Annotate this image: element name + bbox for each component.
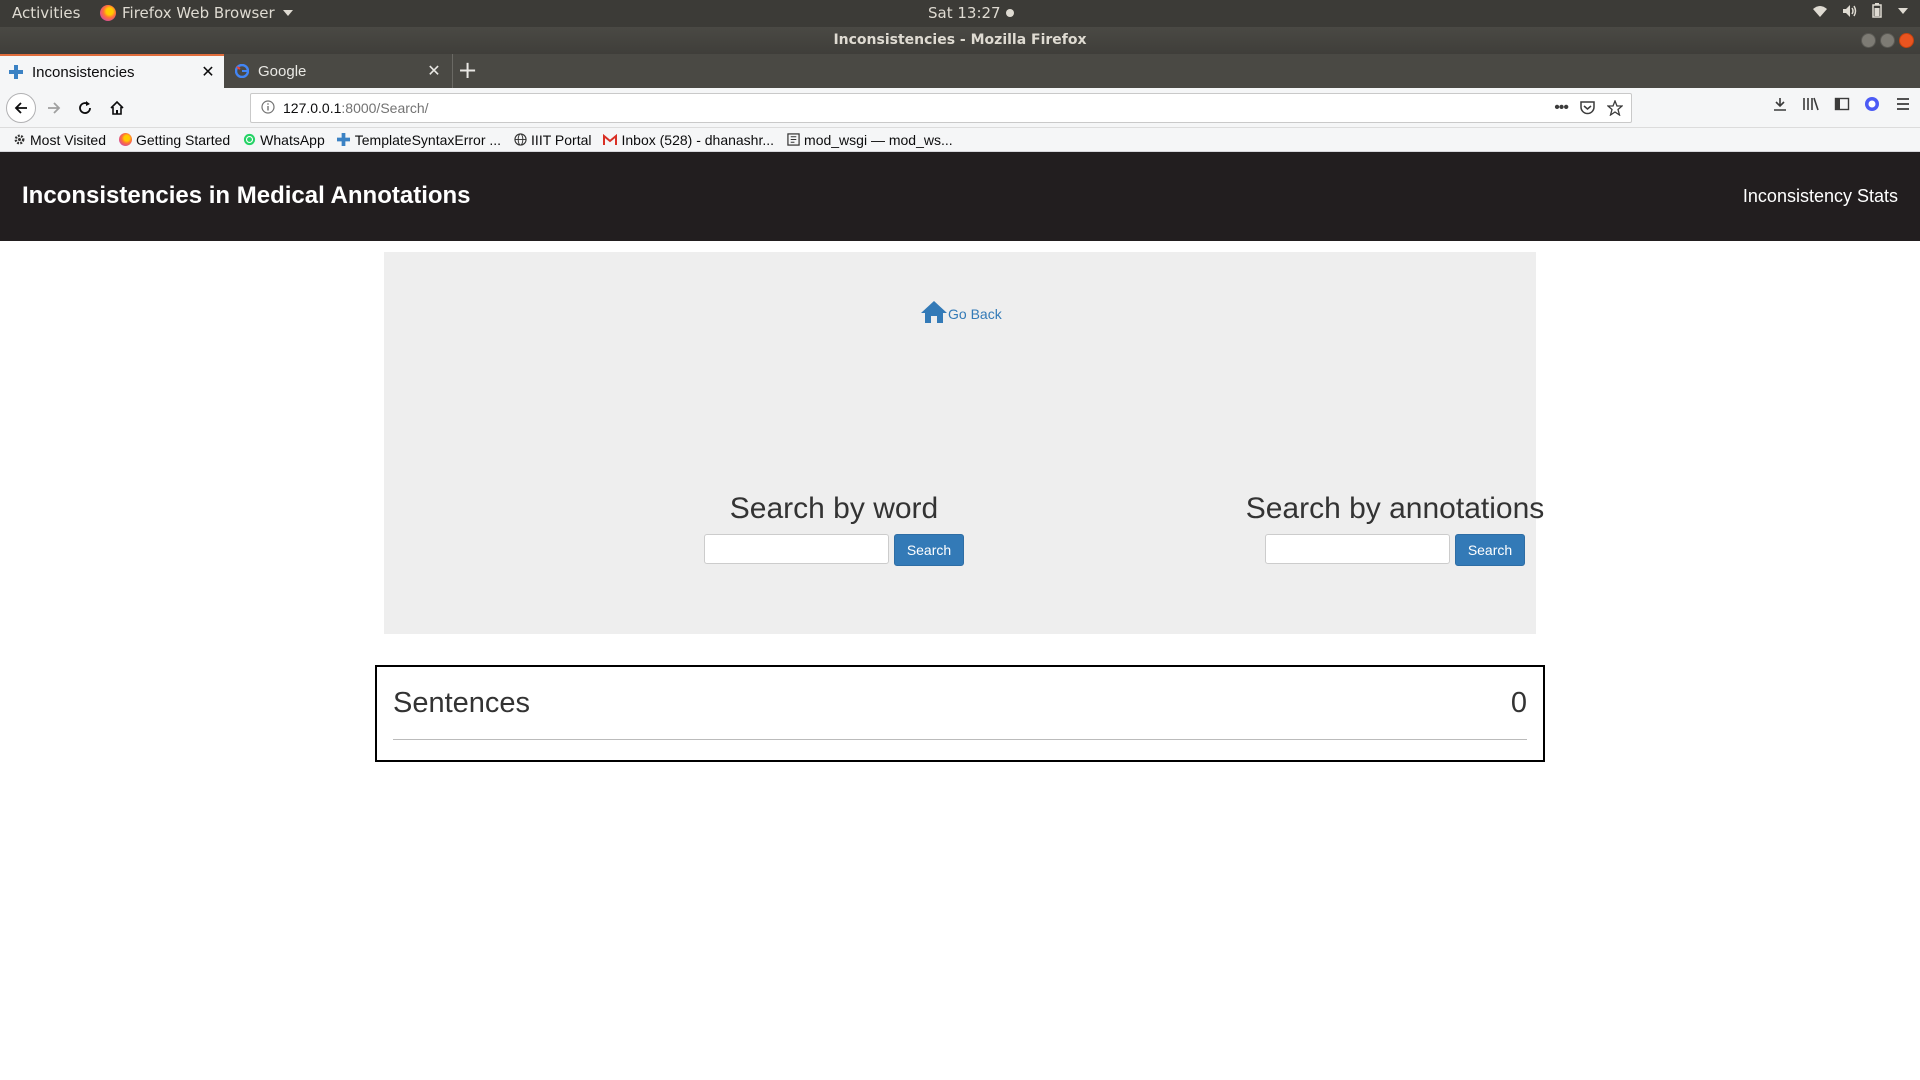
search-panel: Go Back Search by word Search Search by … [384, 252, 1544, 634]
home-icon [921, 301, 947, 323]
bookmark-label: IIIT Portal [531, 131, 592, 148]
account-icon[interactable] [1864, 96, 1880, 112]
search-by-word-form: Search [604, 534, 1064, 566]
close-tab-icon[interactable]: ✕ [198, 62, 218, 82]
maximize-button[interactable] [1880, 33, 1895, 48]
close-window-button[interactable] [1899, 33, 1914, 48]
app-menu-label: Firefox Web Browser [122, 4, 275, 22]
bookmark-inbox[interactable]: Inbox (528) - dhanashr... [603, 132, 774, 148]
google-icon [234, 63, 250, 79]
clock-label: Sat 13:27 [928, 4, 1001, 22]
wifi-icon [1813, 5, 1827, 17]
chevron-down-icon [282, 10, 293, 16]
window-controls [1861, 33, 1914, 48]
bookmark-most-visited[interactable]: Most Visited [12, 132, 106, 148]
whatsapp-icon [242, 133, 256, 147]
search-annotations-button[interactable]: Search [1454, 534, 1526, 566]
bookmarks-toolbar: Most Visited Getting Started WhatsApp Te… [0, 128, 1920, 152]
bookmark-label: Inbox (528) - dhanashr... [621, 131, 775, 148]
bookmark-mod-wsgi[interactable]: mod_wsgi — mod_ws... [786, 132, 953, 148]
downloads-icon[interactable] [1772, 96, 1788, 112]
reload-icon [79, 101, 91, 114]
firefox-icon [100, 5, 116, 21]
nav-toolbar: 127.0.0.1:8000/Search/ ••• [0, 88, 1920, 128]
divider [393, 739, 1527, 740]
go-back-label: Go Back [948, 306, 1002, 322]
app-menu[interactable]: Firefox Web Browser [100, 4, 293, 22]
bookmark-iiit-portal[interactable]: IIIT Portal [513, 132, 591, 148]
system-tray[interactable] [1812, 3, 1908, 18]
search-by-word-section: Search by word Search [604, 492, 1064, 566]
close-tab-icon[interactable]: ✕ [424, 61, 444, 81]
bookmark-label: WhatsApp [260, 131, 325, 148]
url-bar[interactable]: 127.0.0.1:8000/Search/ ••• [250, 93, 1632, 123]
tab-google[interactable]: Google ✕ [226, 54, 450, 88]
site-info-icon[interactable] [261, 99, 275, 117]
bookmark-label: Getting Started [136, 131, 231, 148]
pocket-icon[interactable] [1580, 101, 1595, 115]
site-brand[interactable]: Inconsistencies in Medical Annotations [22, 182, 471, 210]
inconsistency-stats-link[interactable]: Inconsistency Stats [1743, 186, 1898, 207]
window-title: Inconsistencies - Mozilla Firefox [833, 32, 1087, 48]
library-icon[interactable] [1802, 96, 1820, 112]
sentences-panel: Sentences 0 [375, 665, 1545, 762]
url-path: :8000/Search/ [341, 100, 429, 116]
battery-icon [1872, 3, 1882, 18]
bookmark-label: TemplateSyntaxError ... [354, 131, 502, 148]
bookmark-whatsapp[interactable]: WhatsApp [242, 132, 325, 148]
bookmark-template-syntax-error[interactable]: TemplateSyntaxError ... [337, 132, 501, 148]
sentences-count: 0 [1510, 687, 1527, 719]
reload-button[interactable] [71, 94, 99, 122]
minimize-button[interactable] [1861, 33, 1876, 48]
search-by-annotations-heading: Search by annotations [1245, 492, 1545, 525]
tab-strip: Inconsistencies ✕ Google ✕ + [0, 54, 1920, 88]
site-navbar: Inconsistencies in Medical Annotations I… [0, 152, 1920, 241]
hamburger-menu-icon[interactable] [1894, 96, 1912, 112]
more-actions-icon[interactable]: ••• [1554, 99, 1569, 117]
django-icon [8, 64, 24, 80]
sidebar-icon[interactable] [1834, 96, 1850, 112]
system-top-bar: Activities Firefox Web Browser Sat 13:27 [0, 0, 1920, 27]
gear-icon [12, 133, 26, 147]
gmail-icon [603, 133, 618, 147]
search-word-input[interactable] [703, 534, 889, 564]
arrow-right-icon [48, 102, 61, 114]
url-host: 127.0.0.1 [283, 100, 342, 116]
activities-button[interactable]: Activities [12, 4, 80, 22]
forward-button[interactable] [40, 94, 68, 122]
arrow-left-icon [14, 102, 27, 114]
doc-icon [786, 133, 800, 147]
search-by-annotations-form: Search [1165, 534, 1625, 566]
search-word-button[interactable]: Search [893, 534, 965, 566]
back-button[interactable] [6, 93, 36, 123]
home-icon [110, 100, 124, 115]
tab-label: Google [258, 62, 307, 80]
page-actions: ••• [1554, 99, 1623, 117]
tab-inconsistencies[interactable]: Inconsistencies ✕ [0, 54, 224, 88]
bookmark-label: mod_wsgi — mod_ws... [804, 131, 953, 148]
volume-icon [1843, 4, 1857, 17]
search-annotations-input[interactable] [1264, 534, 1450, 564]
bookmark-label: Most Visited [30, 131, 106, 148]
tab-label: Inconsistencies [32, 63, 135, 81]
firefox-icon [118, 133, 132, 147]
chevron-down-icon [1898, 7, 1908, 14]
home-button[interactable] [103, 94, 131, 122]
search-by-annotations-section: Search by annotations Search [1165, 492, 1625, 566]
sentences-title: Sentences [393, 687, 531, 719]
new-tab-button[interactable]: + [452, 54, 482, 88]
window-titlebar: Inconsistencies - Mozilla Firefox [0, 27, 1920, 54]
django-icon [337, 133, 351, 147]
bookmark-star-icon[interactable] [1607, 100, 1623, 116]
clock[interactable]: Sat 13:27 [928, 4, 1014, 22]
notification-dot-icon [1005, 9, 1014, 17]
bookmark-getting-started[interactable]: Getting Started [118, 132, 230, 148]
toolbar-right [1772, 96, 1912, 112]
go-back-link[interactable]: Go Back [920, 300, 1002, 324]
globe-icon [513, 133, 527, 147]
search-by-word-heading: Search by word [729, 492, 939, 525]
